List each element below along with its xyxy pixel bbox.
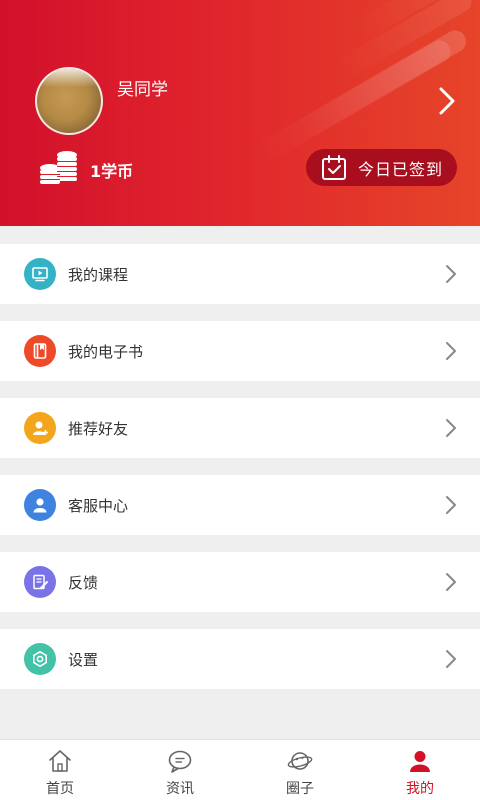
chevron-right-icon [446, 265, 456, 283]
tab-mine[interactable]: 我的 [360, 740, 480, 800]
menu-label: 反馈 [68, 573, 99, 592]
menu-label: 设置 [68, 650, 99, 669]
chevron-right-icon [446, 650, 456, 668]
tab-circle[interactable]: 圈子 [240, 740, 360, 800]
tab-label: 圈子 [286, 781, 314, 797]
video-screen-icon [24, 258, 56, 290]
menu-item-invite-friends[interactable]: 推荐好友 [0, 398, 480, 458]
avatar[interactable] [35, 67, 103, 135]
coins-icon [40, 151, 77, 184]
menu-label: 推荐好友 [68, 419, 129, 438]
coin-balance: 1学币 [90, 162, 134, 181]
menu-label: 客服中心 [68, 496, 129, 515]
tab-label: 我的 [406, 781, 434, 797]
planet-icon [287, 752, 313, 770]
chat-bubble-icon [168, 750, 192, 773]
chevron-right-icon[interactable] [436, 86, 458, 116]
tab-label: 首页 [46, 781, 74, 797]
profile-header: 吴同学 1学币 今日已签到 [0, 0, 480, 226]
menu-label: 我的课程 [68, 265, 129, 284]
book-icon [24, 335, 56, 367]
tab-home[interactable]: 首页 [0, 740, 120, 800]
person-icon [410, 751, 430, 772]
chevron-right-icon [446, 573, 456, 591]
menu-item-customer-service[interactable]: 客服中心 [0, 475, 480, 535]
tab-news[interactable]: 资讯 [120, 740, 240, 800]
home-icon [49, 750, 71, 772]
calendar-check-icon [322, 154, 346, 180]
bottom-tab-bar: 首页 资讯 圈子 我的 [0, 739, 480, 800]
chevron-right-icon [446, 342, 456, 360]
checkin-label: 今日已签到 [358, 159, 444, 179]
menu-item-settings[interactable]: 设置 [0, 629, 480, 689]
menu-label: 我的电子书 [68, 342, 144, 361]
username: 吴同学 [117, 80, 168, 100]
chevron-right-icon [446, 496, 456, 514]
edit-note-icon [24, 566, 56, 598]
user-icon [24, 489, 56, 521]
tab-label: 资讯 [166, 781, 194, 797]
menu-item-my-courses[interactable]: 我的课程 [0, 244, 480, 304]
chevron-right-icon [446, 419, 456, 437]
add-friend-icon [24, 412, 56, 444]
checkin-button[interactable]: 今日已签到 [306, 149, 457, 186]
gear-icon [24, 643, 56, 675]
menu-item-my-ebooks[interactable]: 我的电子书 [0, 321, 480, 381]
menu-item-feedback[interactable]: 反馈 [0, 552, 480, 612]
